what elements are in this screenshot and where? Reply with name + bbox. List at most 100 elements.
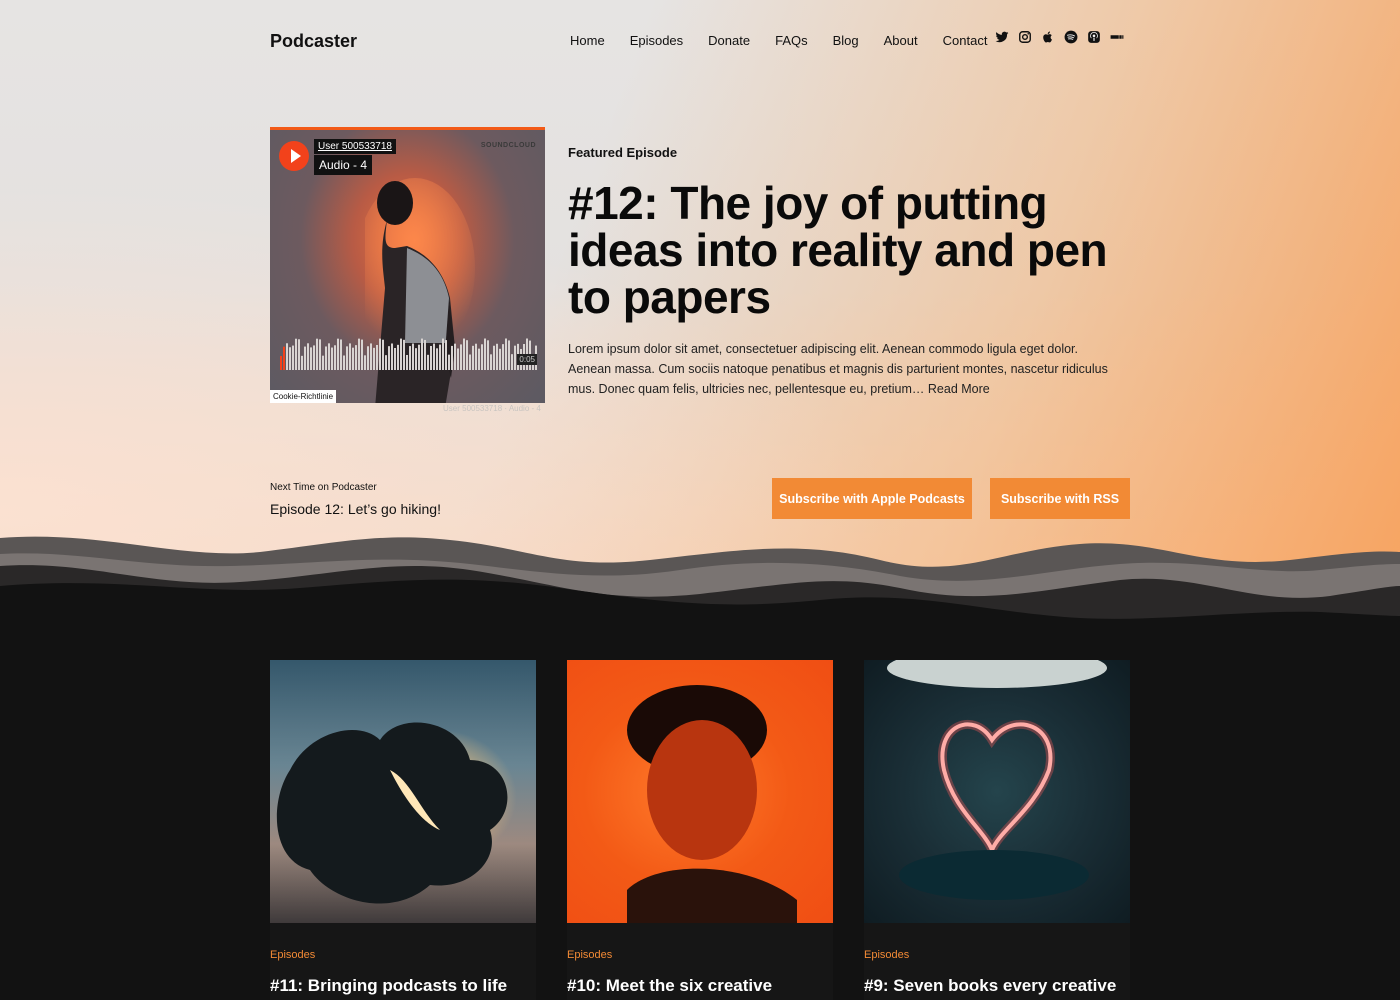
next-episode-title: Episode 12: Let’s go hiking!	[270, 501, 441, 517]
apple-icon[interactable]	[1041, 30, 1055, 44]
waveform-bar	[310, 347, 312, 370]
waveform-bar	[439, 344, 441, 370]
excerpt-text: Lorem ipsum dolor sit amet, consectetuer…	[568, 342, 1108, 396]
waveform-bar	[484, 338, 486, 370]
waveform-bar	[424, 339, 426, 370]
waveform-bar	[337, 338, 339, 370]
waveform-bar	[376, 344, 378, 370]
featured-title[interactable]: #12: The joy of putting ideas into reali…	[568, 180, 1108, 321]
portrait-art	[627, 685, 797, 923]
episode-9-image[interactable]	[864, 660, 1130, 923]
episode-category[interactable]: Episodes	[270, 949, 315, 961]
episode-card: Episodes #9: Seven books every creative	[864, 660, 1130, 1000]
waveform-bar	[469, 354, 471, 370]
waveform-bar	[403, 339, 405, 370]
waveform-bar	[442, 338, 444, 370]
soundcloud-track-title[interactable]: Audio - 4	[314, 155, 373, 175]
waveform-bar	[355, 345, 357, 370]
nav-blog[interactable]: Blog	[833, 33, 859, 48]
player-footer-link[interactable]: User 500533718 · Audio - 4	[443, 404, 541, 413]
episode-11-image[interactable]	[270, 660, 536, 923]
waveform-bar	[421, 338, 423, 370]
site-logo[interactable]: Podcaster	[270, 31, 357, 52]
instagram-icon[interactable]	[1018, 30, 1032, 44]
waveform-bar	[301, 355, 303, 370]
waveform-bar	[454, 343, 456, 370]
waveform-bar	[331, 347, 333, 370]
episode-category[interactable]: Episodes	[567, 949, 612, 961]
waveform-bar	[298, 339, 300, 370]
waveform-bar	[511, 354, 513, 370]
waveform-bar	[457, 348, 459, 370]
read-more-link[interactable]: Read More	[928, 382, 990, 396]
episode-card: Episodes #10: Meet the six creative	[567, 660, 833, 1000]
soundcloud-user-link[interactable]: User 500533718	[314, 139, 396, 154]
waveform-bar	[343, 355, 345, 370]
episode-title[interactable]: #10: Meet the six creative	[567, 976, 772, 996]
nav-home[interactable]: Home	[570, 33, 605, 48]
waveform-bar	[397, 344, 399, 370]
soundcloud-logo[interactable]: SOUNDCLOUD	[481, 142, 536, 149]
waveform-bar	[481, 344, 483, 370]
waveform-bar	[361, 339, 363, 370]
nav-faqs[interactable]: FAQs	[775, 33, 808, 48]
waveform-bar	[373, 347, 375, 370]
episode-title[interactable]: #9: Seven books every creative	[864, 976, 1116, 996]
twitter-icon[interactable]	[995, 30, 1009, 44]
episode-category[interactable]: Episodes	[864, 949, 909, 961]
cookie-policy-link[interactable]: Cookie-Richtlinie	[270, 390, 337, 403]
featured-episode: Featured Episode #12: The joy of putting…	[568, 145, 1108, 399]
waveform-bar	[292, 345, 294, 370]
waveform-bar	[289, 347, 291, 370]
waveform-bar	[391, 343, 393, 370]
waveform-bar	[406, 354, 408, 370]
subscribe-apple-button[interactable]: Subscribe with Apple Podcasts	[772, 478, 972, 519]
podcasts-icon[interactable]	[1087, 30, 1101, 44]
neon-heart-art	[887, 660, 1107, 900]
waveform-bar	[412, 343, 414, 370]
waveform-bar	[328, 343, 330, 370]
waveform-bar	[409, 346, 411, 370]
decorative-waves	[0, 536, 1400, 640]
waveform-bar	[346, 346, 348, 370]
nav-about[interactable]: About	[884, 33, 918, 48]
spotify-icon[interactable]	[1064, 30, 1078, 44]
waveform-bar	[445, 340, 447, 370]
subscribe-rss-button[interactable]: Subscribe with RSS	[990, 478, 1130, 519]
featured-excerpt: Lorem ipsum dolor sit amet, consectetuer…	[568, 339, 1108, 399]
waveform-bar	[382, 339, 384, 370]
waveform-bar	[304, 346, 306, 370]
waveform-bar	[427, 354, 429, 370]
waveform-bar	[379, 338, 381, 370]
waveform-bar	[514, 345, 516, 370]
more-icon[interactable]	[1110, 30, 1124, 44]
nav-donate[interactable]: Donate	[708, 33, 750, 48]
waveform-bar	[385, 355, 387, 370]
waveform-bar	[418, 344, 420, 370]
social-links	[986, 30, 1124, 44]
cloud-art	[276, 722, 508, 904]
waveform-bar	[478, 348, 480, 370]
waveform-bar	[367, 346, 369, 370]
waveform-bar	[505, 338, 507, 370]
waveform-bar	[448, 354, 450, 370]
waveform-bar	[280, 356, 282, 370]
waveform-bar	[307, 343, 309, 370]
waveform-bar	[334, 345, 336, 370]
episode-10-image[interactable]	[567, 660, 833, 923]
waveform-bar	[349, 343, 351, 370]
nav-episodes[interactable]: Episodes	[630, 33, 683, 48]
waveform-bar	[499, 348, 501, 370]
waveform-bar	[319, 339, 321, 370]
nav-contact[interactable]: Contact	[943, 33, 988, 48]
waveform-bar	[340, 339, 342, 370]
waveform-bar	[352, 347, 354, 370]
waveform-bar	[436, 348, 438, 370]
next-episode: Next Time on Podcaster Episode 12: Let’s…	[270, 482, 441, 517]
soundcloud-player[interactable]: User 500533718 Audio - 4 SOUNDCLOUD 0:05…	[270, 127, 545, 403]
play-button[interactable]	[279, 141, 309, 171]
waveform[interactable]	[280, 330, 538, 370]
site-header: Podcaster Home Episodes Donate FAQs Blog…	[270, 28, 1130, 54]
episode-title[interactable]: #11: Bringing podcasts to life	[270, 976, 507, 996]
waveform-bar	[322, 355, 324, 370]
